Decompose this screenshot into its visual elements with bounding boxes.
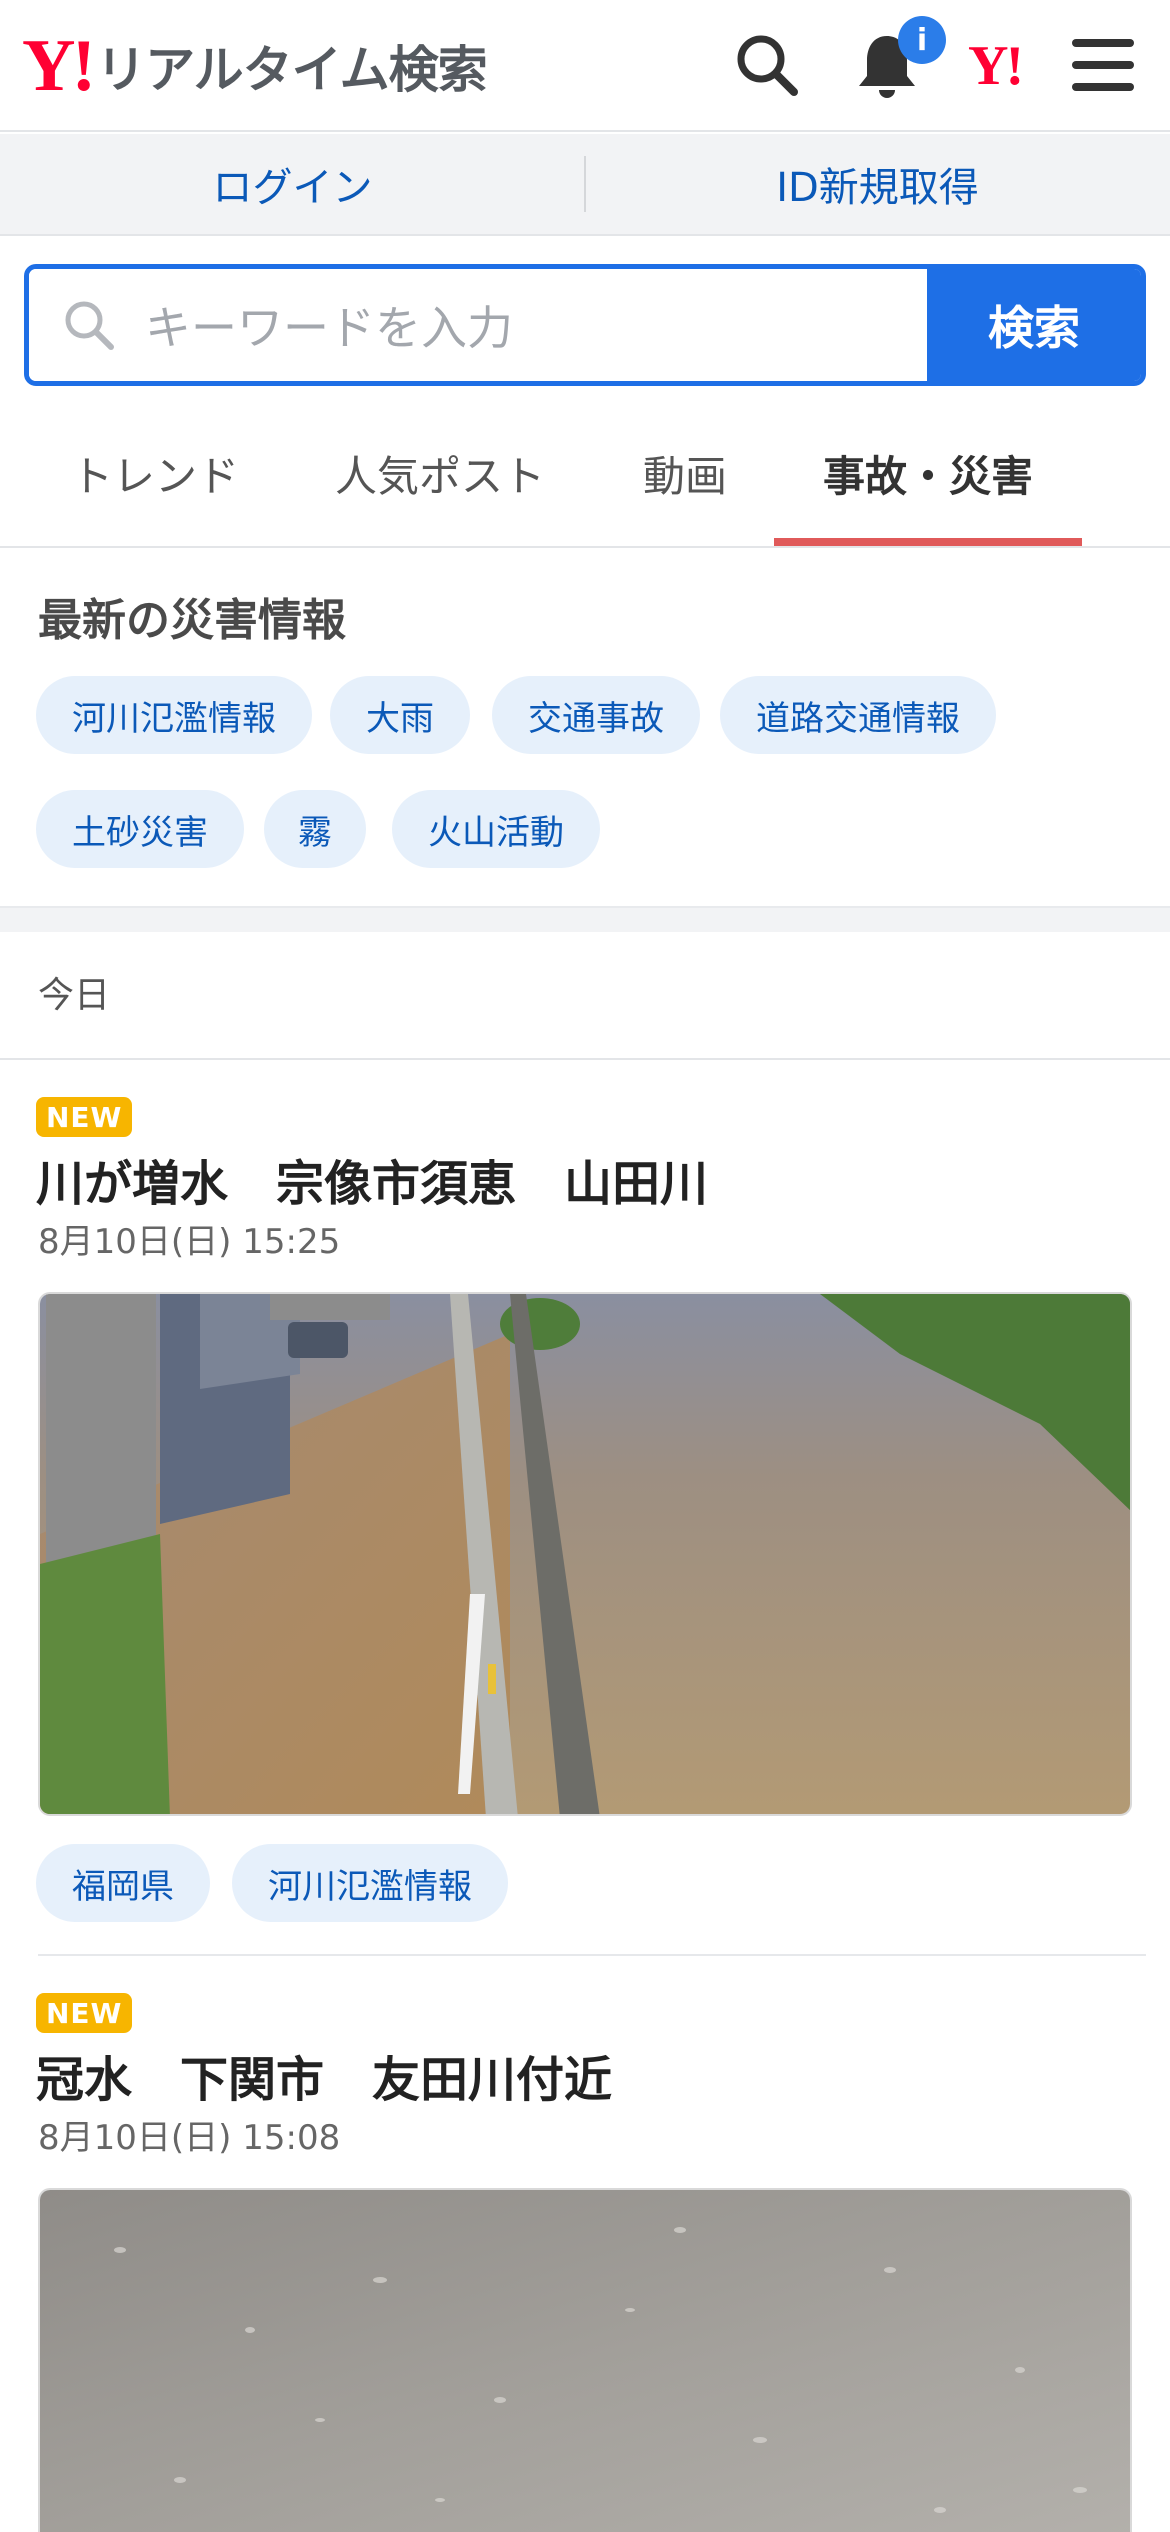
chip-road-traffic[interactable]: 道路交通情報 [720,676,996,754]
tag-river-flood[interactable]: 河川氾濫情報 [232,1844,508,1922]
chip-volcano[interactable]: 火山活動 [392,790,600,868]
article-image-river[interactable] [38,1292,1132,1816]
tab-trend[interactable]: トレンド [50,400,260,546]
disaster-section-title: 最新の災害情報 [38,595,346,646]
yahoo-realtime-logo[interactable]: Y! リアルタイム検索 [22,25,488,107]
tab-video[interactable]: 動画 [620,400,750,546]
tab-popular-posts[interactable]: 人気ポスト [320,400,560,546]
notification-badge: i [898,16,946,64]
logo-mark: Y! [22,25,96,107]
date-header: 今日 [38,975,111,1016]
tab-accident-disaster[interactable]: 事故・災害 [774,400,1082,546]
date-header-divider [0,1058,1170,1060]
chip-river-flood[interactable]: 河川氾濫情報 [36,676,312,754]
tag-fukuoka[interactable]: 福岡県 [36,1844,210,1922]
article-divider [38,1954,1146,1956]
yahoo-japan-icon[interactable]: Y! [968,34,1024,98]
article-date: 8月10日(日) 15:25 [38,1222,341,1262]
search-icon[interactable] [732,30,802,100]
new-badge: NEW [36,1097,133,1137]
login-link[interactable]: ログイン [0,134,585,234]
search-box: キーワードを入力 検索 [24,264,1146,386]
app-header: Y! リアルタイム検索 i Y! [0,0,1170,132]
new-badge: NEW [36,1993,133,2033]
article-title[interactable]: 冠水 下関市 友田川付近 [36,2040,612,2110]
search-placeholder: キーワードを入力 [145,301,513,355]
menu-icon[interactable] [1068,30,1138,100]
login-bar-divider [584,156,586,212]
search-button[interactable]: 検索 [927,269,1141,381]
chip-heavy-rain[interactable]: 大雨 [330,676,470,754]
search-input[interactable]: キーワードを入力 [29,269,927,381]
login-bar: ログイン ID新規取得 [0,134,1170,236]
chip-fog[interactable]: 霧 [264,790,366,868]
search-field-icon [65,301,114,350]
article-date: 8月10日(日) 15:08 [38,2118,341,2158]
article-title[interactable]: 川が増水 宗像市須恵 山田川 [36,1144,708,1214]
chip-traffic-accident[interactable]: 交通事故 [492,676,700,754]
section-divider [0,906,1170,932]
chip-landslide[interactable]: 土砂災害 [36,790,244,868]
article-image-flood[interactable] [38,2188,1132,2532]
logo-text: リアルタイム検索 [96,41,487,99]
register-link[interactable]: ID新規取得 [585,134,1170,234]
category-tabs: トレンド 人気ポスト 動画 事故・災害 [0,400,1170,548]
